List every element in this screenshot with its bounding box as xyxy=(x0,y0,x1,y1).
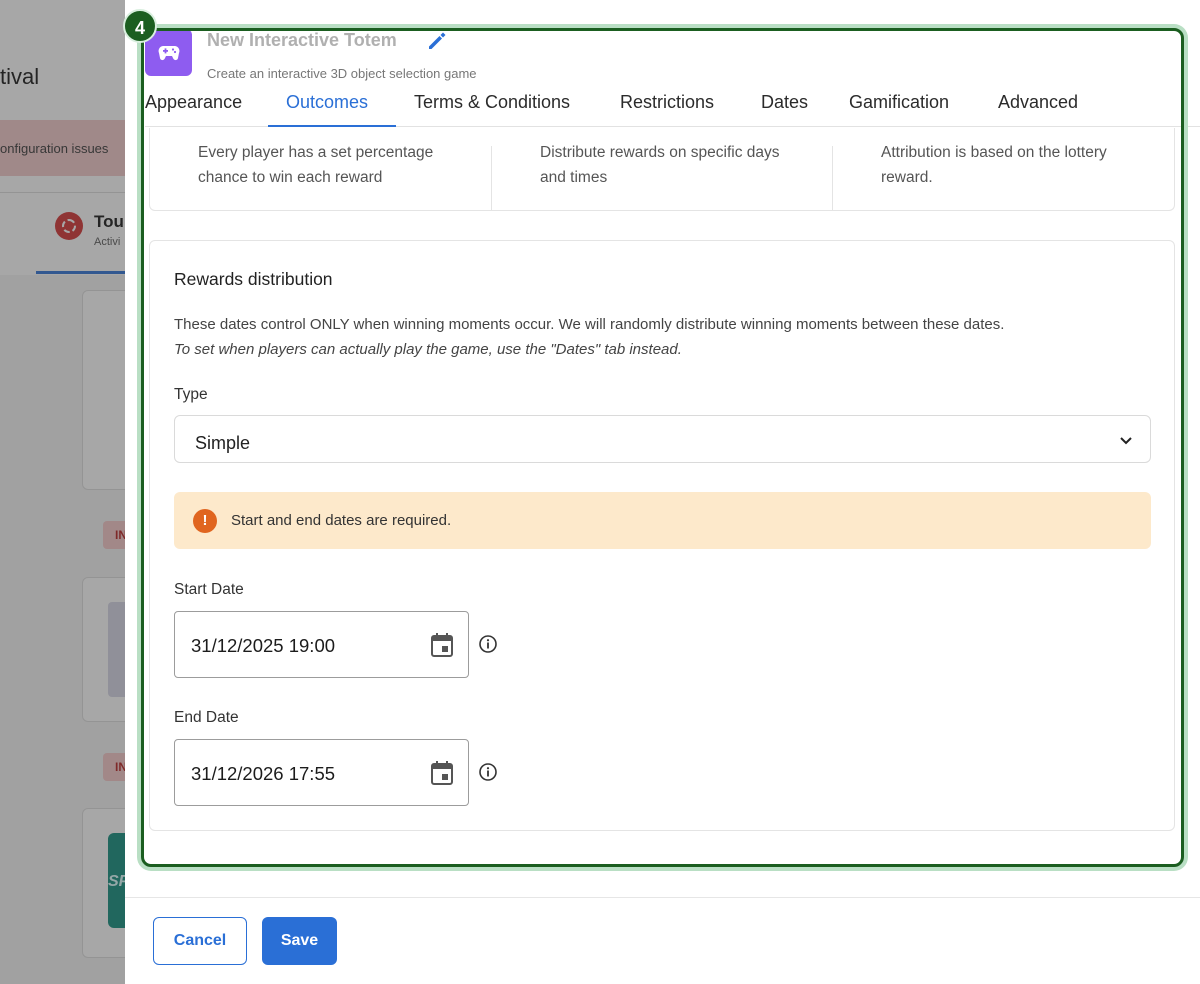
rewards-distribution-description: These dates control ONLY when winning mo… xyxy=(174,316,1005,333)
save-button[interactable]: Save xyxy=(262,917,337,965)
rewards-distribution-title: Rewards distribution xyxy=(174,269,333,289)
footer-divider xyxy=(125,897,1200,898)
pencil-icon[interactable] xyxy=(426,30,448,52)
end-date-label: End Date xyxy=(174,709,239,726)
method-lottery-line1: Attribution is based on the lottery xyxy=(881,144,1107,161)
tab-appearance[interactable]: Appearance xyxy=(145,86,242,127)
method-percentage-line1: Every player has a set percentage xyxy=(198,144,434,161)
active-tab-indicator xyxy=(268,125,396,127)
warning-text: Start and end dates are required. xyxy=(231,512,452,529)
calendar-icon[interactable] xyxy=(430,632,454,658)
method-percentage[interactable]: Every player has a set percentage chance… xyxy=(198,140,433,190)
rewards-distribution-hint: To set when players can actually play th… xyxy=(174,341,682,358)
end-date-info-icon[interactable] xyxy=(478,762,498,782)
type-select[interactable]: Simple xyxy=(174,415,1151,463)
tab-dates[interactable]: Dates xyxy=(761,86,808,127)
method-divider xyxy=(832,146,833,210)
method-lottery[interactable]: Attribution is based on the lottery rewa… xyxy=(881,140,1107,190)
calendar-icon[interactable] xyxy=(430,760,454,786)
game-description: Create an interactive 3D object selectio… xyxy=(207,66,477,81)
tab-bar: Appearance Outcomes Terms & Conditions R… xyxy=(145,86,1200,127)
tutorial-step-badge: 4 xyxy=(123,9,157,43)
tab-restrictions[interactable]: Restrictions xyxy=(620,86,714,127)
tab-terms-conditions[interactable]: Terms & Conditions xyxy=(414,86,570,127)
game-name: New Interactive Totem xyxy=(207,30,397,50)
dates-required-warning: ! Start and end dates are required. xyxy=(174,492,1151,549)
tab-gamification[interactable]: Gamification xyxy=(849,86,949,127)
start-date-info-icon[interactable] xyxy=(478,634,498,654)
end-date-value: 31/12/2026 17:55 xyxy=(191,763,336,784)
method-scheduled-line1: Distribute rewards on specific days xyxy=(540,144,780,161)
start-date-value: 31/12/2025 19:00 xyxy=(191,635,336,656)
exclamation-icon: ! xyxy=(193,509,217,533)
distribution-methods: Every player has a set percentage chance… xyxy=(149,128,1175,211)
method-lottery-line2: reward. xyxy=(881,169,933,186)
chevron-down-icon xyxy=(1118,432,1134,448)
start-date-label: Start Date xyxy=(174,581,244,598)
end-date-input[interactable]: 31/12/2026 17:55 xyxy=(174,739,469,806)
start-date-input[interactable]: 31/12/2025 19:00 xyxy=(174,611,469,678)
cancel-button[interactable]: Cancel xyxy=(153,917,247,965)
method-divider xyxy=(491,146,492,210)
type-select-value: Simple xyxy=(195,433,251,453)
modal-backdrop[interactable] xyxy=(0,0,125,984)
tab-advanced[interactable]: Advanced xyxy=(998,86,1078,127)
tab-outcomes[interactable]: Outcomes xyxy=(286,86,368,127)
type-label: Type xyxy=(174,386,208,403)
method-scheduled-line2: and times xyxy=(540,169,608,186)
method-percentage-line2: chance to win each reward xyxy=(198,169,383,186)
method-scheduled[interactable]: Distribute rewards on specific days and … xyxy=(540,140,780,190)
